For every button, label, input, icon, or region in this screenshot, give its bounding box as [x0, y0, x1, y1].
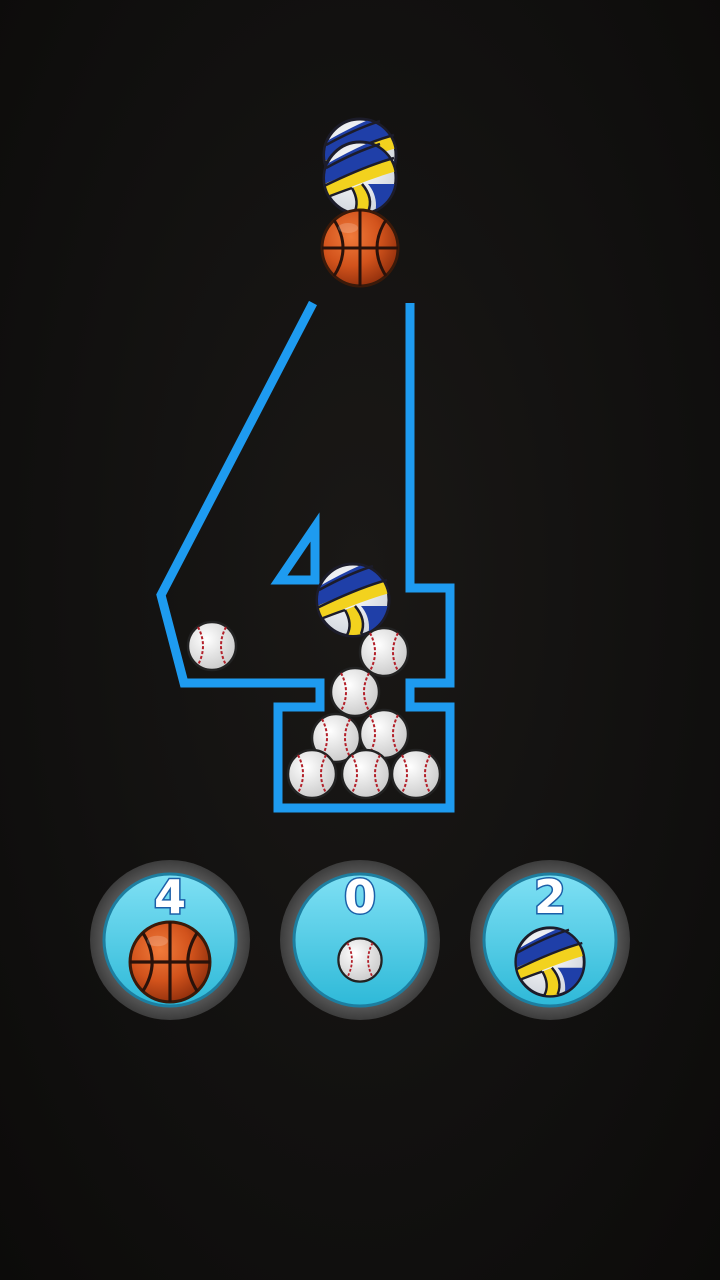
- counter-count: 4: [154, 870, 186, 924]
- ball-counters: 4 0 2: [90, 860, 630, 1020]
- counter-slot-volleyball[interactable]: 2: [470, 860, 630, 1020]
- container-baseball-icon: [358, 626, 410, 678]
- counter-slot-basketball[interactable]: 4: [90, 860, 250, 1020]
- container-baseball-icon: [329, 666, 381, 718]
- game-stage: 4 0 2: [90, 0, 630, 1020]
- ball-queue: [320, 115, 400, 288]
- counter-baseball-icon: [337, 937, 383, 983]
- digit-inner-triangle: [270, 512, 320, 585]
- container-baseball-icon: [390, 748, 442, 800]
- container-baseball-icon: [286, 748, 338, 800]
- counter-basketball-icon: [128, 920, 212, 1004]
- queue-basketball-icon: [320, 208, 400, 288]
- counter-count: 2: [534, 870, 566, 924]
- counter-slot-baseball[interactable]: 0: [280, 860, 440, 1020]
- counter-count: 0: [344, 870, 376, 924]
- container-baseball-icon: [186, 620, 238, 672]
- container-baseball-icon: [340, 748, 392, 800]
